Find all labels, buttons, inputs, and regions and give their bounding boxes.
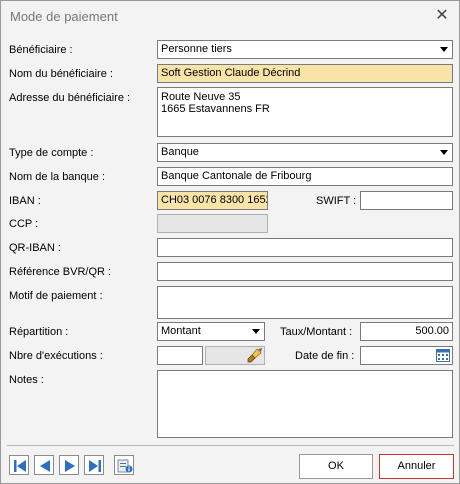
dialog-title: Mode de paiement: [10, 9, 118, 24]
end-date-label: Date de fin :: [295, 350, 355, 362]
brush-icon[interactable]: [246, 348, 263, 363]
account-type-select[interactable]: Banque: [157, 143, 453, 162]
executions-field[interactable]: [157, 346, 203, 365]
payment-mode-dialog: Mode de paiement ✕ Bénéficiaire : Person…: [0, 0, 460, 484]
distribution-label: Répartition :: [9, 326, 69, 338]
ccp-label: CCP :: [9, 218, 39, 230]
account-type-label: Type de compte :: [9, 147, 94, 159]
first-record-button[interactable]: [9, 455, 29, 475]
distribution-value: Montant: [161, 325, 201, 337]
beneficiary-address-label: Adresse du bénéficiaire :: [9, 92, 131, 104]
executions-label: Nbre d'exécutions :: [9, 350, 103, 362]
notes-field[interactable]: [157, 370, 453, 438]
bank-name-value: Banque Cantonale de Fribourg: [161, 170, 312, 182]
bank-name-label: Nom de la banque :: [9, 171, 106, 183]
qr-iban-label: QR-IBAN :: [9, 242, 61, 254]
beneficiary-name-label: Nom du bénéficiaire :: [9, 68, 113, 80]
chevron-down-icon: [252, 329, 260, 334]
chevron-down-icon: [440, 47, 448, 52]
executions-aux-field: [205, 346, 265, 365]
rate-amount-field[interactable]: 500.00: [360, 322, 453, 341]
beneficiary-select[interactable]: Personne tiers: [157, 40, 453, 59]
close-button[interactable]: ✕: [429, 3, 455, 29]
iban-value: CH03 0076 8300 1652: [161, 194, 268, 206]
address-line-1: Route Neuve 35: [161, 91, 241, 103]
footer-divider: [7, 445, 454, 446]
cancel-button[interactable]: Annuler: [379, 454, 454, 479]
beneficiary-label: Bénéficiaire :: [9, 44, 73, 56]
beneficiary-name-value: Soft Gestion Claude Décrind: [161, 67, 301, 79]
rate-amount-label: Taux/Montant :: [280, 326, 353, 338]
swift-label: SWIFT :: [316, 195, 357, 207]
title-bar: Mode de paiement ✕: [1, 1, 459, 31]
end-date-field[interactable]: [360, 346, 453, 365]
record-properties-button[interactable]: [114, 455, 134, 475]
notes-label: Notes :: [9, 374, 44, 386]
payment-reason-label: Motif de paiement :: [9, 290, 103, 302]
beneficiary-address-field[interactable]: Route Neuve 35 1665 Estavannens FR: [157, 87, 453, 137]
address-line-2: 1665 Estavannens FR: [161, 103, 270, 115]
reference-field[interactable]: [157, 262, 453, 281]
previous-record-button[interactable]: [34, 455, 54, 475]
distribution-select[interactable]: Montant: [157, 322, 265, 341]
chevron-down-icon: [440, 150, 448, 155]
ccp-field: [157, 214, 268, 233]
account-type-value: Banque: [161, 146, 199, 158]
reference-label: Référence BVR/QR :: [9, 266, 112, 278]
payment-reason-field[interactable]: [157, 286, 453, 319]
iban-label: IBAN :: [9, 195, 41, 207]
last-record-button[interactable]: [84, 455, 104, 475]
rate-amount-value: 500.00: [415, 325, 449, 337]
swift-field[interactable]: [360, 191, 453, 210]
beneficiary-value: Personne tiers: [161, 43, 232, 55]
next-record-button[interactable]: [59, 455, 79, 475]
beneficiary-name-field[interactable]: Soft Gestion Claude Décrind: [157, 64, 453, 83]
bank-name-field[interactable]: Banque Cantonale de Fribourg: [157, 167, 453, 186]
ok-button[interactable]: OK: [299, 454, 373, 479]
qr-iban-field[interactable]: [157, 238, 453, 257]
calendar-icon[interactable]: [436, 348, 450, 362]
iban-field[interactable]: CH03 0076 8300 1652: [157, 191, 268, 210]
